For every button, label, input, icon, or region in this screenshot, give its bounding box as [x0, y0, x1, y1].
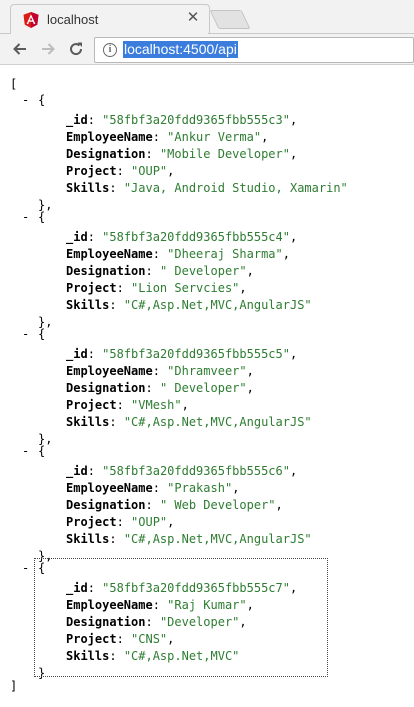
field-id: _id: "58fbf3a20fdd9365fbb555c6",: [66, 464, 298, 478]
field-key: Skills: [66, 298, 110, 312]
field-value: "Dheeraj Sharma": [167, 247, 283, 261]
field-key: Designation: [66, 147, 146, 161]
field-value: "58fbf3a20fdd9365fbb555c4": [102, 230, 290, 244]
url-text[interactable]: localhost:4500/api: [123, 41, 238, 58]
field-key: EmployeeName: [66, 130, 153, 144]
back-arrow-icon[interactable]: [10, 39, 30, 59]
field-designation: Designation: " Developer",: [66, 264, 254, 278]
field-value: "58fbf3a20fdd9365fbb555c5": [102, 347, 290, 361]
field-key: EmployeeName: [66, 364, 153, 378]
field-key: _id: [66, 347, 88, 361]
field-value: "Dhramveer": [167, 364, 247, 378]
field-key: Designation: [66, 264, 146, 278]
field-value: "VMesh": [131, 398, 182, 412]
field-key: Skills: [66, 181, 110, 195]
field-key: _id: [66, 464, 88, 478]
field-name: EmployeeName: "Prakash",: [66, 481, 240, 495]
field-value: "OUP": [131, 515, 168, 529]
field-project: Project: "OUP",: [66, 515, 175, 529]
field-key: Project: [66, 398, 117, 412]
object-open-brace: {: [38, 93, 46, 107]
collapse-toggle[interactable]: -: [22, 210, 29, 224]
browser-tab[interactable]: localhost ✕: [10, 4, 210, 35]
array-close-bracket: ]: [10, 679, 18, 693]
field-key: Skills: [66, 532, 110, 546]
field-id: _id: "58fbf3a20fdd9365fbb555c4",: [66, 230, 298, 244]
focus-outline: [34, 558, 328, 677]
field-value: "Java, Android Studio, Xamarin": [123, 181, 348, 195]
field-id: _id: "58fbf3a20fdd9365fbb555c5",: [66, 347, 298, 361]
field-key: _id: [66, 230, 88, 244]
field-skills: Skills: "Java, Android Studio, Xamarin": [66, 181, 348, 195]
field-value: "OUP": [131, 164, 168, 178]
field-project: Project: "VMesh",: [66, 398, 189, 412]
info-icon[interactable]: i: [103, 43, 117, 57]
field-project: Project: "Lion Servcies",: [66, 281, 247, 295]
field-name: EmployeeName: "Ankur Verma",: [66, 130, 269, 144]
field-value: "C#,Asp.Net,MVC,AngularJS": [123, 415, 312, 429]
field-key: EmployeeName: [66, 481, 153, 495]
field-value: "C#,Asp.Net,MVC,AngularJS": [123, 298, 312, 312]
object-open-brace: {: [38, 444, 46, 458]
field-key: _id: [66, 113, 88, 127]
tab-strip: localhost ✕: [0, 0, 414, 35]
field-skills: Skills: "C#,Asp.Net,MVC,AngularJS": [66, 532, 312, 546]
field-value: " Web Developer": [159, 498, 276, 512]
field-key: Project: [66, 515, 117, 529]
field-value: "Prakash": [167, 481, 233, 495]
field-designation: Designation: " Developer",: [66, 381, 254, 395]
field-name: EmployeeName: "Dheeraj Sharma",: [66, 247, 290, 261]
field-key: Designation: [66, 381, 146, 395]
collapse-toggle[interactable]: -: [22, 561, 29, 575]
object-open-brace: {: [38, 210, 46, 224]
collapse-toggle[interactable]: -: [22, 444, 29, 458]
new-tab-button[interactable]: [209, 10, 251, 29]
field-name: EmployeeName: "Dhramveer",: [66, 364, 254, 378]
json-viewer: [ -{_id: "58fbf3a20fdd9365fbb555c3", Empl…: [0, 65, 414, 707]
object-open-brace: {: [38, 327, 46, 341]
field-designation: Designation: "Mobile Developer",: [66, 147, 298, 161]
field-value: " Developer": [159, 381, 247, 395]
field-key: Skills: [66, 415, 110, 429]
reload-icon[interactable]: [66, 39, 86, 59]
forward-arrow-icon[interactable]: [38, 39, 58, 59]
field-skills: Skills: "C#,Asp.Net,MVC,AngularJS": [66, 415, 312, 429]
field-project: Project: "OUP",: [66, 164, 175, 178]
field-key: Project: [66, 281, 117, 295]
field-value: "Lion Servcies": [131, 281, 240, 295]
field-value: "C#,Asp.Net,MVC,AngularJS": [123, 532, 312, 546]
angular-icon: [23, 12, 39, 28]
field-skills: Skills: "C#,Asp.Net,MVC,AngularJS": [66, 298, 312, 312]
browser-toolbar: i localhost:4500/api: [0, 34, 414, 65]
tab-title: localhost: [47, 12, 99, 27]
field-id: _id: "58fbf3a20fdd9365fbb555c3",: [66, 113, 298, 127]
field-key: EmployeeName: [66, 247, 153, 261]
field-value: " Developer": [159, 264, 247, 278]
close-icon[interactable]: ✕: [185, 10, 201, 26]
collapse-toggle[interactable]: -: [22, 93, 29, 107]
field-value: "Mobile Developer": [159, 147, 290, 161]
field-designation: Designation: " Web Developer",: [66, 498, 283, 512]
field-value: "Ankur Verma": [167, 130, 262, 144]
field-key: Project: [66, 164, 117, 178]
collapse-toggle[interactable]: -: [22, 327, 29, 341]
field-value: "58fbf3a20fdd9365fbb555c3": [102, 113, 290, 127]
field-key: Designation: [66, 498, 146, 512]
array-open-bracket: [: [10, 77, 18, 91]
address-bar[interactable]: i localhost:4500/api: [94, 37, 414, 63]
field-value: "58fbf3a20fdd9365fbb555c6": [102, 464, 290, 478]
